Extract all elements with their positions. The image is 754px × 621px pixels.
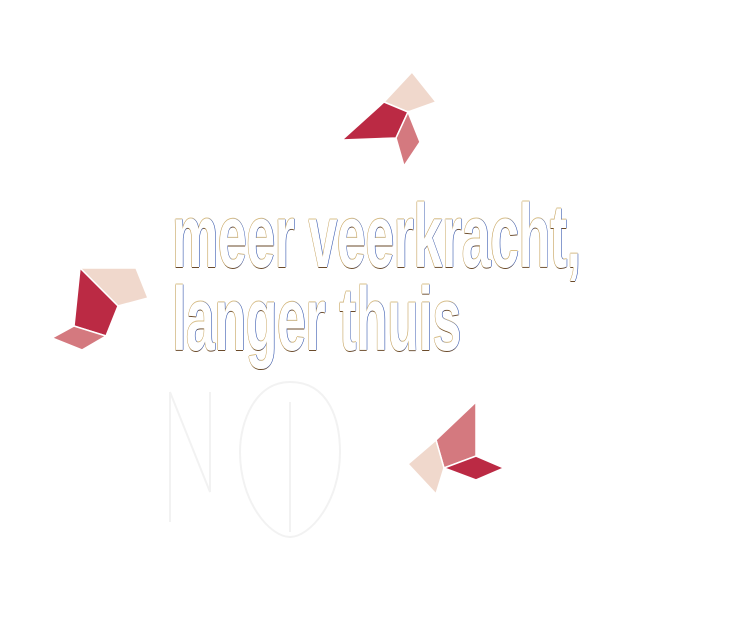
headline-line-2: langer thuis: [172, 270, 461, 370]
origami-bird-icon: [406, 400, 506, 496]
logo-mark-icon: [169, 380, 342, 539]
origami-bird-icon: [339, 70, 438, 168]
headline-line-1: meer veerkracht,: [172, 187, 581, 287]
origami-bird-icon: [50, 266, 150, 351]
